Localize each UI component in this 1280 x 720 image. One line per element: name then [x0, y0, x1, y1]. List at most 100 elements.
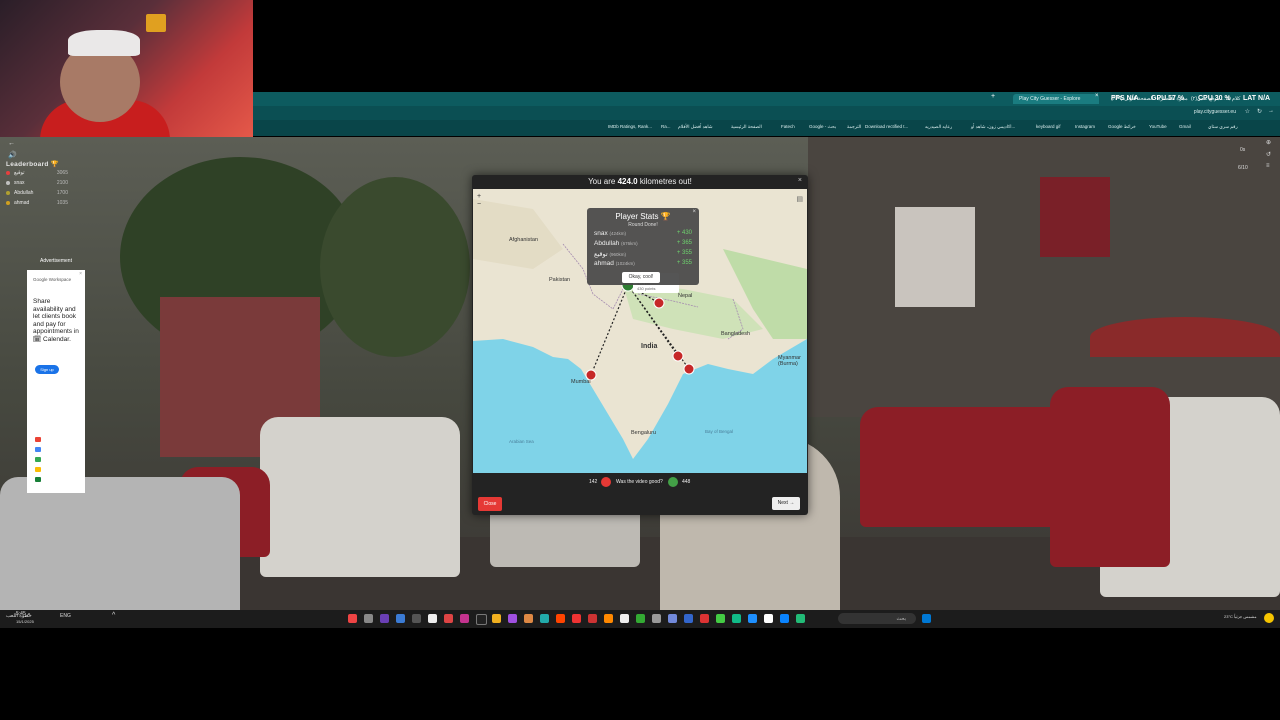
map-label-bangladesh: Bangladesh	[721, 331, 751, 337]
guess-marker[interactable]	[672, 350, 684, 362]
bookmark-item[interactable]: Google - بحث	[809, 124, 836, 130]
app-icon[interactable]	[700, 614, 709, 623]
folder-icon[interactable]	[492, 614, 501, 623]
bookmark-item[interactable]: Google خرائط	[1108, 124, 1136, 130]
zoom-in-icon[interactable]: ⊕	[1266, 139, 1271, 146]
timer-readout: 0s	[1240, 147, 1246, 153]
app-icon[interactable]	[588, 614, 597, 623]
stats-row: snax (424km) + 430	[594, 230, 692, 237]
app-icon[interactable]	[684, 614, 693, 623]
bookmark-item[interactable]: IMDb Ratings, Rank...	[608, 124, 652, 129]
app-icon[interactable]	[636, 614, 645, 623]
bookmark-item[interactable]: Instagram	[1075, 124, 1095, 129]
volume-icon[interactable]: 🔊	[8, 151, 17, 159]
guess-marker[interactable]	[653, 297, 665, 309]
bookmark-item[interactable]: Ra...	[661, 124, 671, 129]
bookmark-item[interactable]: رقم سري ستاي	[1208, 124, 1238, 130]
bookmark-item[interactable]: Fatech	[781, 124, 795, 129]
player-name: snax	[14, 180, 25, 186]
taskbar: خطوة اللعب ENG 5:45 م 15/1/2025 ^ بحث 23…	[0, 610, 1280, 628]
map-zoom-out-button[interactable]: −	[477, 201, 481, 209]
app-icon[interactable]	[348, 614, 357, 623]
weather-widget[interactable]: 23°C مشمس جزئياً	[1224, 614, 1264, 619]
result-headline: You are 424.0 kilometres out!	[588, 177, 692, 186]
reset-icon[interactable]: ↺	[1266, 151, 1271, 158]
app-icon[interactable]	[764, 614, 773, 623]
taskbar-search-box[interactable]: بحث	[838, 613, 916, 624]
app-icon[interactable]	[716, 614, 725, 623]
back-arrow-icon[interactable]: ←	[8, 140, 15, 147]
player-color-dot	[6, 181, 10, 185]
new-tab-icon[interactable]: +	[991, 93, 995, 100]
map-label-nepal: Nepal	[678, 293, 693, 299]
language-indicator[interactable]: ENG	[60, 614, 71, 619]
advertisement-panel[interactable]: Google Workspace × Share availability an…	[27, 270, 85, 493]
chevron-up-icon[interactable]: ^	[112, 612, 115, 619]
bookmark-item[interactable]: رعايه الصيدريه	[925, 124, 952, 130]
advertisement-label: Advertisement	[40, 258, 72, 264]
url-text[interactable]: play.cityguesser.eu	[1194, 109, 1236, 115]
bookmark-item[interactable]: Download rectified t...	[865, 124, 908, 129]
app-icon[interactable]	[540, 614, 549, 623]
edge-icon[interactable]	[780, 614, 789, 623]
map-label-myanmar: Myanmar (Burma)	[778, 355, 801, 367]
map-zoom-in-button[interactable]: +	[477, 193, 481, 201]
refresh-icon[interactable]: ↻	[1257, 108, 1262, 115]
app-icon[interactable]	[508, 614, 517, 623]
bookmark-item[interactable]: Gmail	[1179, 124, 1191, 129]
modal-close-icon[interactable]: ×	[798, 177, 802, 184]
windows-start-icon[interactable]	[922, 614, 931, 623]
layers-icon[interactable]: ▤	[796, 195, 803, 203]
app-icon[interactable]	[796, 614, 805, 623]
chrome-icon[interactable]	[732, 614, 741, 623]
app-icon[interactable]	[620, 614, 629, 623]
app-icon[interactable]	[364, 614, 373, 623]
discord-icon[interactable]	[668, 614, 677, 623]
x-icon[interactable]	[476, 614, 487, 625]
star-icon[interactable]: ☆	[1245, 108, 1250, 115]
app-icon[interactable]	[412, 614, 421, 623]
drive-icon	[35, 457, 41, 462]
result-modal: You are 424.0 kilometres out! × Afghanis…	[472, 175, 808, 515]
stats-title: Player Stats 🏆	[615, 212, 671, 221]
app-icon[interactable]	[380, 614, 389, 623]
app-icon[interactable]	[604, 614, 613, 623]
bookmark-item[interactable]: اكاديمي زون، شاهد أو...	[971, 124, 1015, 130]
app-icon[interactable]	[652, 614, 661, 623]
app-icon[interactable]	[556, 614, 565, 623]
bookmark-item[interactable]: YouTube	[1149, 124, 1167, 129]
bookmark-item[interactable]: keyboard gif	[1036, 124, 1061, 129]
address-bar[interactable]: play.cityguesser.eu ☆ ↻ →	[253, 106, 1280, 120]
tab-close-icon[interactable]: ×	[1095, 93, 1099, 99]
thumbs-up-icon[interactable]	[668, 477, 678, 487]
instagram-icon[interactable]	[460, 614, 469, 623]
thumbs-down-icon[interactable]	[601, 477, 611, 487]
sun-icon	[1264, 613, 1274, 623]
bookmark-item[interactable]: الترجمة	[847, 124, 861, 130]
ad-close-icon[interactable]: ×	[79, 271, 82, 277]
guess-marker[interactable]	[683, 363, 695, 375]
app-icon[interactable]	[444, 614, 453, 623]
result-map[interactable]: Afghanistan Pakistan Nepal India Banglad…	[473, 189, 807, 473]
ad-signup-button[interactable]: Sign up	[35, 365, 59, 374]
close-button[interactable]: Close	[478, 497, 502, 511]
menu-icon[interactable]: ≡	[1266, 163, 1270, 169]
app-icon[interactable]	[396, 614, 405, 623]
clock-time[interactable]: 5:45 م	[16, 612, 30, 617]
map-label-bay-of-bengal: Bay of Bengal	[705, 429, 734, 434]
tab-play-city-guesser[interactable]: Play City Guesser - Explore	[1013, 94, 1099, 104]
app-icon[interactable]	[428, 614, 437, 623]
app-icon[interactable]	[524, 614, 533, 623]
leaderboard-row: snax 2100	[0, 178, 70, 188]
app-icon[interactable]	[572, 614, 581, 623]
red-car-right	[860, 407, 1080, 527]
okay-cool-button[interactable]: Okay, cool!	[622, 272, 660, 283]
clock-date[interactable]: 15/1/2025	[16, 619, 34, 624]
steam-icon[interactable]	[748, 614, 757, 623]
player-color-dot	[6, 171, 10, 175]
forward-icon[interactable]: →	[1268, 108, 1274, 114]
bookmark-item[interactable]: شاهد أفضل الأفلام	[678, 124, 713, 130]
next-button[interactable]: Next →	[772, 497, 800, 510]
bookmark-item[interactable]: الصفحة الرئيسية	[731, 124, 762, 130]
player-name: Abdullah	[14, 190, 34, 196]
